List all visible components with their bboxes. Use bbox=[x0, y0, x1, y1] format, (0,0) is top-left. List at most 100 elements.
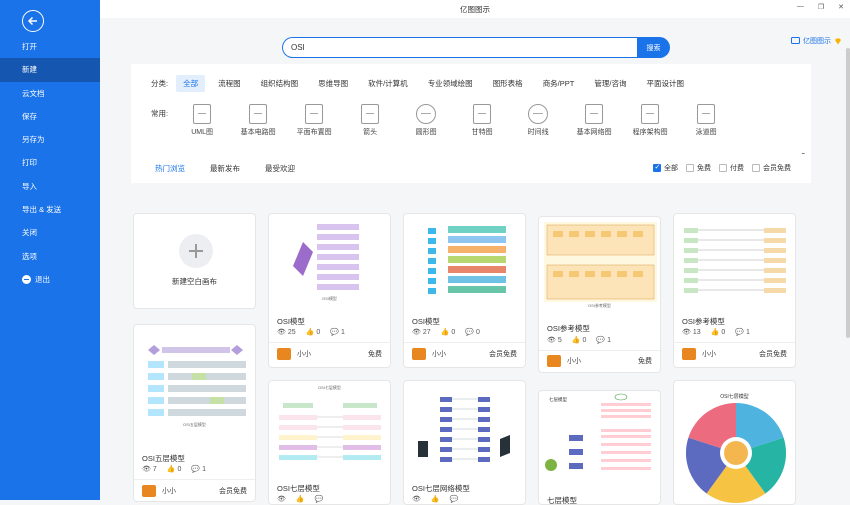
card-stats: 👁 7 👍 0 💬 1 bbox=[142, 465, 206, 474]
restore-icon[interactable]: ❐ bbox=[818, 3, 824, 11]
template-card[interactable]: OSI参考模型 👁 13 👍 0 💬 1 小小 会员免费 bbox=[673, 213, 796, 368]
message-icon[interactable] bbox=[791, 37, 800, 45]
sidebar-item-label: 打开 bbox=[22, 42, 37, 51]
timeline-icon bbox=[528, 104, 549, 124]
filter-free[interactable]: 免费 bbox=[686, 163, 711, 173]
window-title: 亿图图示 bbox=[460, 5, 490, 14]
divider bbox=[134, 479, 255, 480]
price-badge: 免费 bbox=[638, 358, 652, 365]
stat-views: 👁 25 bbox=[277, 328, 296, 337]
sidebar-item-open[interactable]: 打开 bbox=[0, 35, 100, 58]
tool-circuit[interactable]: 基本电路图 bbox=[230, 104, 286, 137]
tool-floor-plan[interactable]: 平面布置图 bbox=[286, 104, 342, 137]
eye-icon: 👁 bbox=[547, 337, 556, 344]
category-graphics[interactable]: 图形表格 bbox=[486, 75, 530, 92]
checkbox[interactable] bbox=[686, 164, 694, 172]
sidebar-item-save[interactable]: 保存 bbox=[0, 105, 100, 128]
sidebar-item-label: 另存为 bbox=[22, 135, 45, 145]
avatar bbox=[682, 348, 696, 360]
template-card[interactable]: OSI模型 👁 27 👍 0 💬 0 小小 会员免费 bbox=[403, 213, 526, 368]
card-title: OSI参考模型 bbox=[682, 317, 725, 326]
filter-all[interactable]: 全部 bbox=[653, 163, 678, 173]
template-card[interactable]: OSI模型 OSI模型 👁 25 👍 0 💬 1 小小 免费 bbox=[268, 213, 391, 368]
category-all[interactable]: 全部 bbox=[176, 75, 206, 92]
tab-popular[interactable]: 热门浏览 bbox=[155, 154, 185, 183]
card-stats: 👁 5 👍 0 💬 1 bbox=[547, 336, 611, 345]
search-button[interactable]: 搜索 bbox=[637, 37, 670, 58]
category-mind-map[interactable]: 思维导图 bbox=[311, 75, 355, 92]
stat-comments: 💬 1 bbox=[330, 328, 345, 337]
sidebar-item-new[interactable]: 新建 bbox=[0, 58, 100, 82]
stat-views: 👁 5 bbox=[547, 336, 562, 345]
sidebar-item-export[interactable]: 导出 & 发送 bbox=[0, 198, 100, 221]
views-count: 7 bbox=[152, 465, 157, 473]
tool-label: 基本电路图 bbox=[240, 129, 276, 136]
eye-icon: 👁 bbox=[682, 329, 691, 336]
tool-label: 泳道图 bbox=[695, 129, 717, 136]
category-org-chart[interactable]: 组织结构图 bbox=[254, 75, 306, 92]
sidebar-item-label: 打印 bbox=[22, 158, 37, 168]
template-card[interactable]: OSI七层模型 OSI七层模型 👁 👍 💬 bbox=[268, 380, 391, 505]
template-card[interactable]: OSI参考模型 OSI参考模型 👁 5 👍 0 💬 1 小小 免费 bbox=[538, 216, 661, 373]
close-icon[interactable]: ✕ bbox=[838, 3, 844, 11]
price-badge: 会员免费 bbox=[759, 351, 787, 358]
tool-architecture[interactable]: 程序架构图 bbox=[622, 104, 678, 137]
sidebar-item-save-as[interactable]: 另存为 bbox=[0, 128, 100, 151]
new-blank-label: 新建空白画布 bbox=[172, 277, 217, 286]
category-row: 分类: 全部 流程图 组织结构图 思维导图 软件/计算机 专业领域绘图 图形表格… bbox=[151, 75, 697, 92]
filter-paid[interactable]: 付费 bbox=[719, 163, 744, 173]
category-graphic-design[interactable]: 平面设计图 bbox=[639, 75, 691, 92]
checkbox-checked[interactable] bbox=[653, 163, 661, 172]
thumb-up-icon: 👍 bbox=[295, 496, 305, 503]
sidebar-item-exit[interactable]: 退出 bbox=[0, 268, 100, 291]
sidebar-item-options[interactable]: 选项 bbox=[0, 245, 100, 268]
filter-member-free[interactable]: 会员免费 bbox=[752, 163, 791, 173]
minimize-icon[interactable]: — bbox=[797, 3, 804, 11]
user-name[interactable]: 亿图图示 bbox=[803, 36, 831, 46]
card-footer: 小小 免费 bbox=[547, 355, 652, 367]
sidebar-item-label: 保存 bbox=[22, 111, 37, 121]
category-flowchart[interactable]: 流程图 bbox=[211, 75, 248, 92]
card-stats: 👁 13 👍 0 💬 1 bbox=[682, 328, 750, 337]
stat-views: 👁 13 bbox=[682, 328, 701, 337]
sidebar-item-label: 新建 bbox=[22, 65, 37, 75]
stat-likes: 👍 0 bbox=[572, 336, 587, 345]
tab-favorite[interactable]: 最受欢迎 bbox=[265, 154, 295, 183]
tool-timeline[interactable]: 时间线 bbox=[510, 104, 566, 137]
search-input[interactable] bbox=[282, 37, 637, 58]
back-arrow-icon[interactable] bbox=[22, 10, 44, 32]
sidebar: 打开 新建 云文档 保存 另存为 打印 导入 导出 & 发送 关闭 选项 退出 bbox=[0, 0, 100, 500]
sidebar-item-close[interactable]: 关闭 bbox=[0, 221, 100, 244]
thumb-caption: OSI七层模型 bbox=[720, 394, 749, 400]
template-card[interactable]: OSI五层模型 OSI五层模型 👁 7 👍 0 💬 1 小小 会员免费 bbox=[133, 324, 256, 502]
main-area: 亿图图示 搜索 分类: 全部 流程图 组织结构图 思维导图 软件/计算机 专业领… bbox=[100, 18, 850, 505]
views-count: 27 bbox=[422, 328, 431, 336]
vip-diamond-icon bbox=[834, 38, 842, 45]
template-card[interactable]: OSI七层模型 bbox=[673, 380, 796, 505]
template-card[interactable]: 七层模型 七层模型 bbox=[538, 390, 661, 505]
tool-swimlane[interactable]: 泳道图 bbox=[678, 104, 734, 137]
category-business[interactable]: 商务/PPT bbox=[536, 75, 582, 92]
sidebar-item-print[interactable]: 打印 bbox=[0, 151, 100, 174]
sidebar-item-cloud[interactable]: 云文档 bbox=[0, 82, 100, 105]
tool-circle[interactable]: 圆形图 bbox=[398, 104, 454, 137]
checkbox[interactable] bbox=[719, 164, 727, 172]
scrollbar[interactable] bbox=[846, 48, 850, 338]
tool-uml[interactable]: UML图 bbox=[174, 104, 230, 137]
category-management[interactable]: 管理/咨询 bbox=[587, 75, 633, 92]
checkbox[interactable] bbox=[752, 164, 760, 172]
card-title: OSI模型 bbox=[277, 317, 305, 326]
tab-latest[interactable]: 最新发布 bbox=[210, 154, 240, 183]
tool-arrow[interactable]: 箭头 bbox=[342, 104, 398, 137]
tool-network[interactable]: 基本网络图 bbox=[566, 104, 622, 137]
category-software[interactable]: 软件/计算机 bbox=[361, 75, 415, 92]
author-name: 小小 bbox=[702, 351, 716, 358]
comment-icon: 💬 bbox=[449, 496, 459, 503]
template-card[interactable]: OSI七层网络模型 👁 👍 💬 bbox=[403, 380, 526, 505]
author-name: 小小 bbox=[567, 358, 581, 365]
tool-gantt[interactable]: 甘特图 bbox=[454, 104, 510, 137]
sidebar-item-import[interactable]: 导入 bbox=[0, 175, 100, 198]
user-bar[interactable]: 亿图图示 bbox=[791, 36, 842, 46]
new-blank-canvas[interactable]: 新建空白画布 bbox=[133, 213, 256, 309]
category-professional[interactable]: 专业领域绘图 bbox=[421, 75, 480, 92]
